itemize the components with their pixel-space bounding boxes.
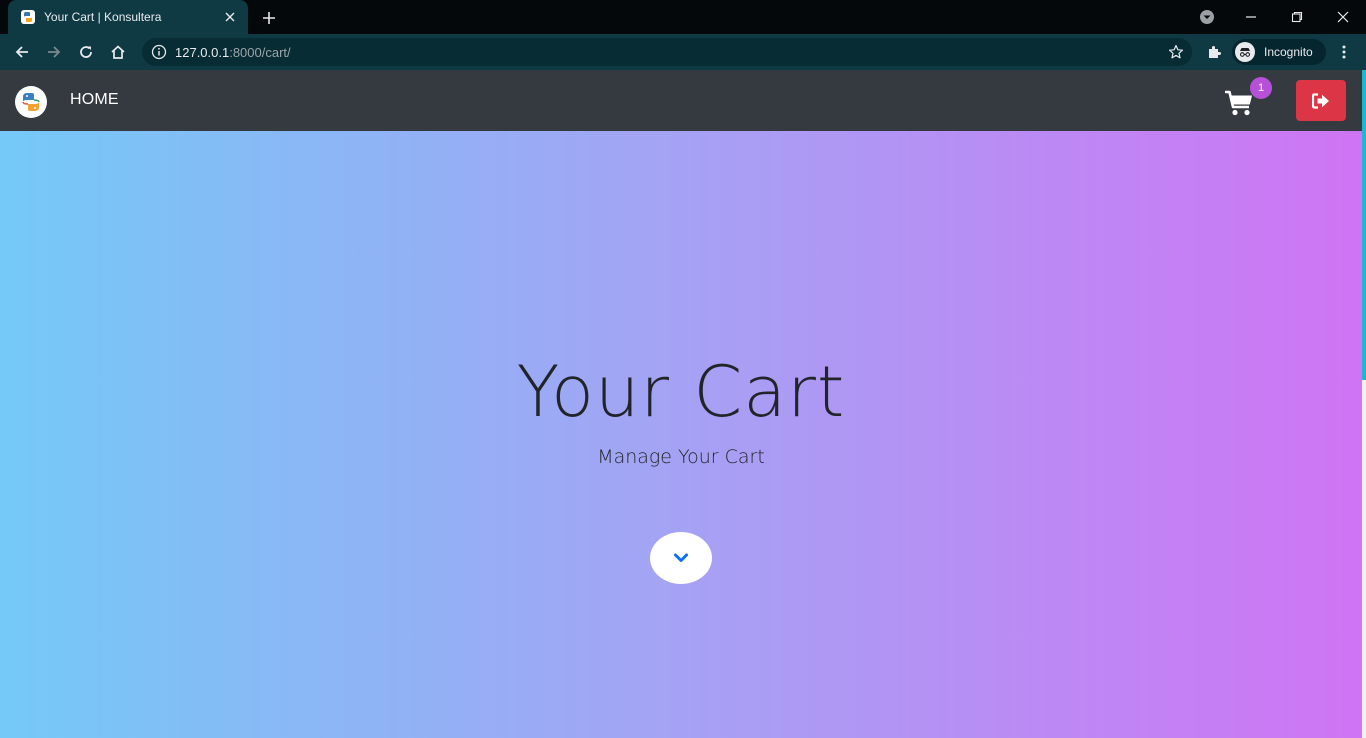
logout-button[interactable] bbox=[1296, 80, 1346, 121]
page-subtitle: Manage Your Cart bbox=[597, 446, 765, 468]
forward-icon[interactable] bbox=[42, 40, 66, 64]
scrollbar-thumb[interactable] bbox=[1362, 70, 1366, 380]
url-path: :8000/cart/ bbox=[229, 44, 291, 60]
page-title: Your Cart bbox=[516, 351, 846, 433]
nav-home-link[interactable]: HOME bbox=[70, 91, 119, 109]
python-logo-icon bbox=[20, 9, 36, 25]
menu-icon[interactable] bbox=[1332, 40, 1356, 64]
cart-icon bbox=[1224, 89, 1254, 119]
new-tab-icon[interactable] bbox=[258, 7, 280, 29]
extensions-icon[interactable] bbox=[1202, 40, 1226, 64]
incognito-icon bbox=[1235, 42, 1255, 62]
hero-section: Your Cart Manage Your Cart bbox=[0, 131, 1362, 738]
brand-logo[interactable] bbox=[15, 86, 47, 118]
site-info-icon[interactable] bbox=[151, 44, 167, 60]
tab-title: Your Cart | Konsultera bbox=[44, 10, 162, 24]
back-icon[interactable] bbox=[10, 40, 34, 64]
cart-count-badge: 1 bbox=[1250, 77, 1272, 99]
incognito-profile-button[interactable]: Incognito bbox=[1232, 39, 1326, 65]
page-viewport: HOME 1 Your Cart Manage Your Cart bbox=[0, 70, 1362, 738]
page-scrollbar[interactable] bbox=[1362, 70, 1366, 738]
sign-out-icon bbox=[1312, 92, 1330, 109]
browser-toolbar: 127.0.0.1:8000/cart/ Incognito bbox=[0, 34, 1366, 70]
minimize-icon[interactable] bbox=[1228, 0, 1274, 34]
address-bar[interactable]: 127.0.0.1:8000/cart/ bbox=[142, 38, 1192, 66]
bookmark-star-icon[interactable] bbox=[1168, 44, 1184, 60]
close-window-icon[interactable] bbox=[1320, 0, 1366, 34]
browser-tab[interactable]: Your Cart | Konsultera bbox=[8, 0, 248, 34]
home-icon[interactable] bbox=[106, 40, 130, 64]
tab-search-icon[interactable] bbox=[1184, 0, 1230, 34]
chevron-down-icon bbox=[673, 552, 689, 564]
incognito-label: Incognito bbox=[1264, 45, 1313, 59]
url-host: 127.0.0.1 bbox=[175, 44, 230, 60]
site-navbar: HOME 1 bbox=[0, 70, 1362, 131]
reload-icon[interactable] bbox=[74, 40, 98, 64]
restore-icon[interactable] bbox=[1274, 0, 1320, 34]
python-logo-icon bbox=[17, 88, 45, 116]
browser-tab-strip: Your Cart | Konsultera bbox=[0, 0, 1366, 34]
url-text: 127.0.0.1:8000/cart/ bbox=[175, 45, 291, 60]
close-tab-icon[interactable] bbox=[222, 9, 238, 25]
scroll-down-button[interactable] bbox=[650, 532, 712, 584]
